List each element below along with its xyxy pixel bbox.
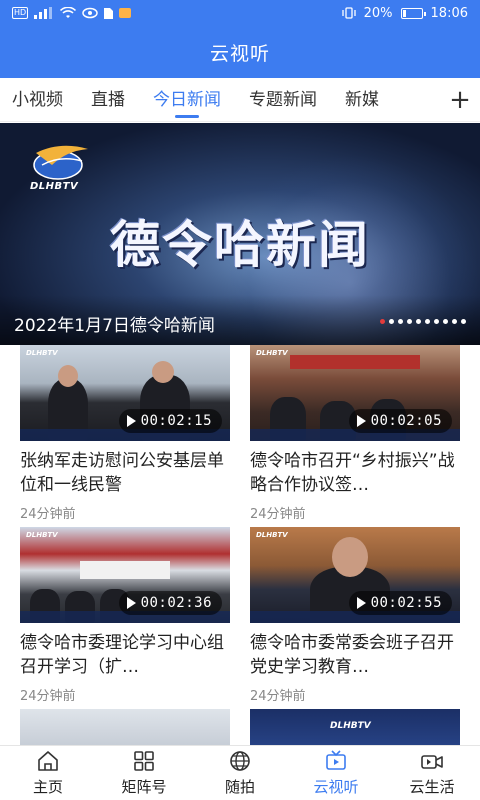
nav-label: 随拍 (224, 778, 255, 796)
video-timestamp: 24分钟前 (250, 689, 306, 704)
duration-badge: 00:02:36 (118, 591, 222, 615)
carousel-dot (452, 319, 457, 324)
wifi-icon (60, 7, 77, 18)
tab-short-video[interactable]: 小视频 (12, 78, 63, 121)
play-icon (126, 415, 136, 427)
banner-caption: 2022年1月7日德令哈新闻 (14, 316, 215, 336)
nav-label: 矩阵号 (121, 778, 167, 796)
nav-label: 云生活 (409, 778, 455, 796)
play-icon (126, 597, 136, 609)
carousel-dot (398, 319, 403, 324)
battery-icon (400, 7, 426, 19)
carousel-dot-active (380, 319, 385, 324)
station-logo-icon (33, 145, 88, 180)
nav-label: 云视听 (313, 778, 359, 796)
video-duration: 00:02:36 (140, 595, 212, 611)
video-title: 德令哈市委理论学习中心组召开学习（扩… (20, 633, 224, 677)
duration-badge: 00:02:05 (348, 409, 452, 433)
video-grid: DLHBTV 00:02:15 张纳军走访慰问公安基层单位和一线民警 24分钟前… (0, 345, 480, 745)
video-card[interactable]: DLHBTV 00:02:36 德令哈市委理论学习中心组召开学习（扩… 24分钟… (20, 527, 230, 704)
video-card[interactable]: DLHBTV (250, 709, 460, 745)
nav-snapshot[interactable]: 随拍 (192, 746, 288, 800)
vibrate-icon (341, 7, 356, 19)
carousel-dot (461, 319, 466, 324)
video-thumbnail: DLHBTV 00:02:55 (250, 527, 460, 623)
nav-home[interactable]: 主页 (0, 746, 96, 800)
video-title: 德令哈市召开“乡村振兴”战略合作协议签… (250, 451, 455, 495)
tab-list: 小视频 直播 今日新闻 专题新闻 新媒 (0, 78, 440, 121)
video-timestamp: 24分钟前 (250, 507, 306, 522)
thumbnail-logo: DLHBTV (256, 349, 288, 357)
nav-cloud-life[interactable]: 云生活 (384, 746, 480, 800)
tab-new-media[interactable]: 新媒 (345, 78, 379, 121)
video-title: 张纳军走访慰问公安基层单位和一线民警 (20, 451, 224, 495)
add-tab-button[interactable]: + (440, 78, 480, 121)
category-tabs: 小视频 直播 今日新闻 专题新闻 新媒 + (0, 78, 480, 122)
bottom-navigation: 主页 矩阵号 随拍 云视听 云生活 (0, 745, 480, 800)
featured-banner[interactable]: DLHBTV 德令哈新闻 2022年1月7日德令哈新闻 (0, 123, 480, 345)
page-title: 云视听 (209, 42, 270, 65)
banner-title: 德令哈新闻 (110, 215, 370, 274)
video-thumbnail (20, 709, 230, 745)
video-timestamp: 24分钟前 (20, 689, 76, 704)
app-header: 云视听 (0, 26, 480, 78)
duration-badge: 00:02:15 (118, 409, 222, 433)
video-timestamp: 24分钟前 (20, 507, 76, 522)
video-title: 德令哈市委常委会班子召开党史学习教育… (250, 633, 454, 677)
clock: 18:06 (430, 5, 468, 21)
video-duration: 00:02:05 (370, 413, 442, 429)
play-icon (356, 597, 366, 609)
thumbnail-logo: DLHBTV (256, 531, 288, 539)
nav-cloud-tv[interactable]: 云视听 (288, 746, 384, 800)
nav-label: 主页 (32, 778, 63, 796)
video-camera-icon (421, 755, 443, 769)
video-card[interactable]: DLHBTV 00:02:05 德令哈市召开“乡村振兴”战略合作协议签… 24分… (250, 345, 460, 522)
hd-icon: HD (12, 7, 29, 19)
thumbnail-logo: DLHBTV (26, 349, 58, 357)
carousel-dot (407, 319, 412, 324)
video-thumbnail: DLHBTV (250, 709, 460, 745)
carousel-dot (389, 319, 394, 324)
carousel-dot (434, 319, 439, 324)
video-thumbnail: DLHBTV 00:02:05 (250, 345, 460, 441)
signal-icon (34, 7, 53, 19)
status-icons-right: 20% 18:06 (341, 5, 468, 21)
video-duration: 00:02:15 (140, 413, 212, 429)
tab-today-news[interactable]: 今日新闻 (153, 78, 221, 121)
video-thumbnail: DLHBTV 00:02:36 (20, 527, 230, 623)
thumbnail-logo: DLHBTV (330, 721, 371, 731)
video-duration: 00:02:55 (370, 595, 442, 611)
tab-special-news[interactable]: 专题新闻 (249, 78, 317, 121)
nav-matrix[interactable]: 矩阵号 (96, 746, 192, 800)
status-bar: HD 20% 18:06 (0, 0, 480, 26)
station-logo-text: DLHBTV (30, 181, 79, 192)
carousel-dot (416, 319, 421, 324)
home-icon (38, 751, 58, 771)
duration-badge: 00:02:55 (348, 591, 452, 615)
carousel-dot (425, 319, 430, 324)
sim-icon (104, 8, 114, 19)
grid-icon (134, 751, 154, 771)
play-icon (356, 415, 366, 427)
video-card[interactable] (20, 709, 230, 745)
video-card[interactable]: DLHBTV 00:02:15 张纳军走访慰问公安基层单位和一线民警 24分钟前 (20, 345, 230, 522)
eye-icon (82, 7, 98, 19)
carousel-dot (443, 319, 448, 324)
globe-icon (230, 751, 250, 771)
tab-live[interactable]: 直播 (91, 78, 125, 121)
video-thumbnail: DLHBTV 00:02:15 (20, 345, 230, 441)
tv-icon (326, 750, 346, 770)
thumbnail-logo: DLHBTV (26, 531, 58, 539)
status-icons-left: HD (12, 7, 132, 19)
carousel-indicator (380, 319, 466, 324)
battery-percent: 20% (363, 5, 393, 21)
video-card[interactable]: DLHBTV 00:02:55 德令哈市委常委会班子召开党史学习教育… 24分钟… (250, 527, 460, 704)
notification-icon (119, 8, 132, 18)
